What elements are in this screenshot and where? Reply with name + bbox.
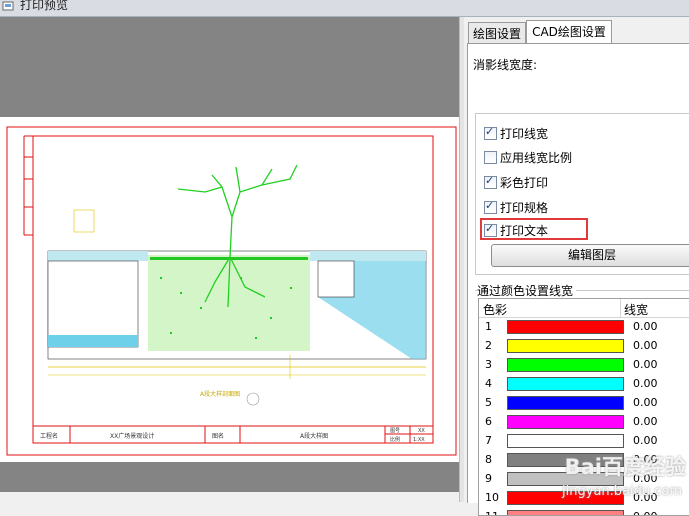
- table-row[interactable]: 1 0.00: [479, 318, 689, 337]
- color-index: 1: [485, 320, 492, 333]
- color-index: 10: [485, 491, 499, 504]
- tab-label: CAD绘图设置: [532, 25, 606, 39]
- button-label: 编辑图层: [567, 248, 616, 262]
- title-block-text: 工程名: [40, 432, 58, 440]
- checkbox-label: 打印规格: [500, 201, 549, 215]
- color-index: 3: [485, 358, 492, 371]
- color-swatch[interactable]: [507, 396, 624, 410]
- color-index: 8: [485, 453, 492, 466]
- checkbox-icon: [484, 151, 497, 164]
- color-lineweight-group-title: 通过颜色设置线宽: [477, 282, 577, 299]
- column-separator: [620, 299, 621, 317]
- col-width-header: 线宽: [624, 303, 649, 317]
- lineweight-value[interactable]: 0.00: [633, 434, 658, 447]
- color-index: 9: [485, 472, 492, 485]
- table-row[interactable]: 2 0.00: [479, 337, 689, 356]
- table-row[interactable]: 6 0.00: [479, 413, 689, 432]
- window-title: 打印预览: [20, 0, 69, 12]
- table-header: 色彩 线宽: [479, 299, 689, 318]
- tab-cad-drawing-settings[interactable]: CAD绘图设置: [526, 20, 612, 43]
- checkbox-label: 应用线宽比例: [500, 151, 573, 165]
- lineweight-value[interactable]: 0.00: [633, 377, 658, 390]
- title-bar: 打印预览: [0, 0, 689, 17]
- lineweight-value[interactable]: 0.00: [633, 358, 658, 371]
- checkbox-apply-lineweight-scale[interactable]: 应用线宽比例: [484, 148, 634, 166]
- app-icon: [2, 1, 14, 11]
- title-block-text: 1:XX: [413, 437, 425, 443]
- color-swatch[interactable]: [507, 510, 624, 515]
- title-block-text: 比例: [390, 436, 400, 443]
- color-index: 4: [485, 377, 492, 390]
- table-row[interactable]: 5 0.00: [479, 394, 689, 413]
- cad-drawing: 工程名 XX广场景观设计 图名 A段大样图 图号 XX 比例 1:XX A段大样…: [6, 126, 457, 456]
- color-swatch[interactable]: [507, 320, 624, 334]
- color-index: 5: [485, 396, 492, 409]
- tab-drawing-settings[interactable]: 绘图设置: [468, 22, 526, 44]
- color-swatch[interactable]: [507, 434, 624, 448]
- title-block-text: 图名: [212, 432, 224, 440]
- checkbox-icon: [484, 174, 497, 189]
- checkbox-label: 打印文本: [500, 224, 549, 238]
- checkbox-label: 彩色打印: [500, 176, 549, 190]
- checkbox-print-text[interactable]: 打印文本: [484, 221, 634, 239]
- checkbox-icon: [484, 199, 497, 214]
- title-block-text: A段大样图: [300, 432, 328, 440]
- preview-sheet: 工程名 XX广场景观设计 图名 A段大样图 图号 XX 比例 1:XX A段大样…: [0, 117, 459, 462]
- lineweight-value[interactable]: 0.00: [633, 320, 658, 333]
- color-swatch[interactable]: [507, 415, 624, 429]
- watermark-brand: Bai百度经验: [564, 455, 686, 479]
- color-index: 11: [485, 510, 499, 515]
- table-row[interactable]: 7 0.00: [479, 432, 689, 451]
- title-block-text: 图号: [390, 428, 400, 434]
- checkbox-print-lineweight[interactable]: 打印线宽: [484, 124, 634, 142]
- tab-label: 绘图设置: [472, 27, 521, 41]
- table-row[interactable]: 110.00: [479, 508, 689, 515]
- watermark-url: jingyan.baidu.com: [562, 484, 682, 499]
- color-index: 2: [485, 339, 492, 352]
- title-block-text: XX广场景观设计: [110, 432, 154, 440]
- lineweight-value[interactable]: 0.00: [633, 396, 658, 409]
- edit-layers-button[interactable]: 编辑图层: [491, 244, 689, 267]
- checkbox-label: 打印线宽: [500, 127, 549, 141]
- checkbox-color-print[interactable]: 彩色打印: [484, 173, 634, 191]
- lineweight-value[interactable]: 0.00: [633, 510, 658, 515]
- col-color-header: 色彩: [483, 303, 508, 317]
- lineweight-value[interactable]: 0.00: [633, 339, 658, 352]
- color-index: 6: [485, 415, 492, 428]
- checkbox-print-spec[interactable]: 打印规格: [484, 198, 634, 216]
- color-swatch[interactable]: [507, 377, 624, 391]
- drawing-note: A段大样剖面图: [200, 390, 240, 398]
- color-swatch[interactable]: [507, 339, 624, 353]
- checkbox-icon: [484, 125, 497, 140]
- table-row[interactable]: 4 0.00: [479, 375, 689, 394]
- color-swatch[interactable]: [507, 358, 624, 372]
- hidden-line-width-label: 消影线宽度:: [473, 58, 538, 72]
- title-block-text: XX: [418, 428, 425, 434]
- lineweight-value[interactable]: 0.00: [633, 415, 658, 428]
- color-index: 7: [485, 434, 492, 447]
- tab-content: 消影线宽度: 打印线宽 应用线宽比例 彩色打印 打印规格 打印文本: [467, 43, 689, 516]
- print-preview-area[interactable]: 工程名 XX广场景观设计 图名 A段大样图 图号 XX 比例 1:XX A段大样…: [0, 17, 459, 492]
- checkbox-icon: [484, 222, 497, 237]
- table-row[interactable]: 3 0.00: [479, 356, 689, 375]
- settings-panel: 绘图设置 CAD绘图设置 消影线宽度: 打印线宽 应用线宽比例 彩色打印 打印规…: [464, 17, 689, 516]
